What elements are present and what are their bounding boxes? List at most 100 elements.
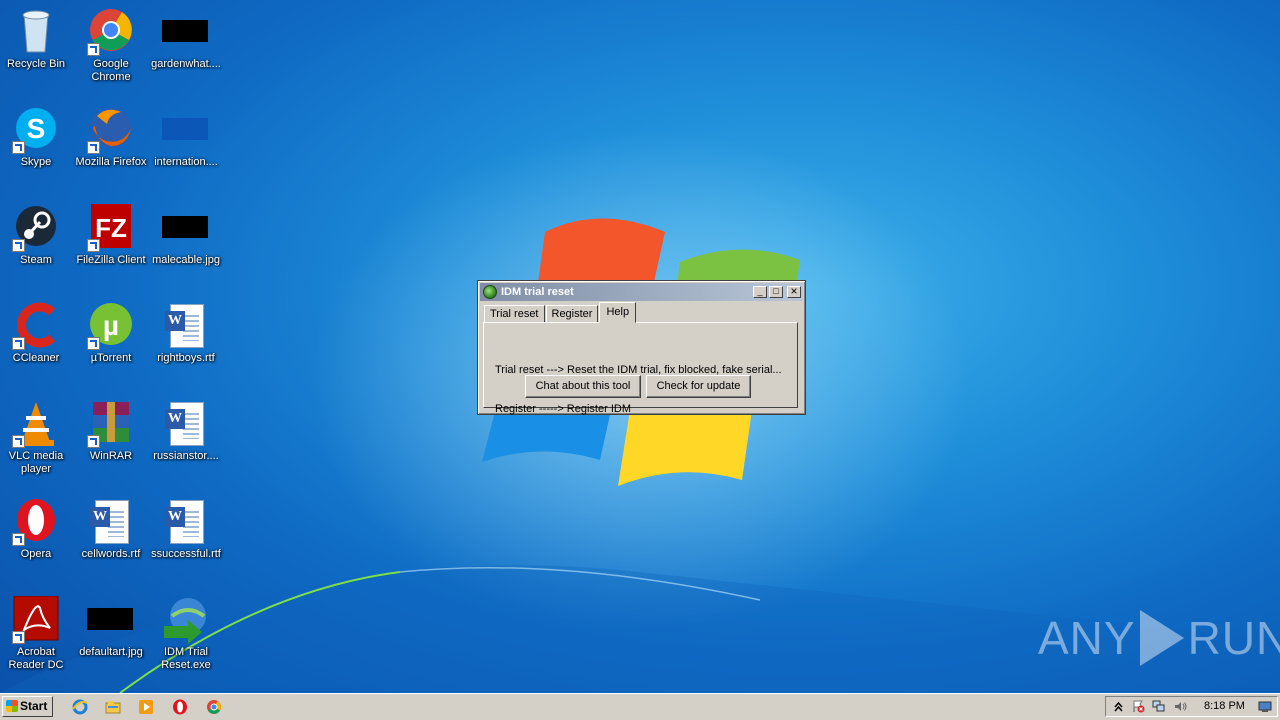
desktop-icon-label: ssuccessful.rtf <box>151 548 221 560</box>
image-file-icon <box>87 596 135 644</box>
svg-text:µ: µ <box>103 310 119 341</box>
chrome-icon[interactable] <box>206 699 222 715</box>
close-button[interactable]: × <box>787 285 801 298</box>
volume-icon[interactable] <box>1174 700 1187 713</box>
winrar-icon <box>87 400 135 448</box>
desktop-icon-label: malecable.jpg <box>152 254 220 266</box>
shortcut-arrow-icon <box>12 239 25 252</box>
window-title: IDM trial reset <box>501 286 574 298</box>
maximize-button[interactable]: □ <box>769 286 783 298</box>
recycle-bin-icon <box>12 8 60 56</box>
desktop-icon-label: russianstor.... <box>153 450 219 462</box>
minimize-button[interactable]: _ <box>753 286 767 298</box>
tab-register[interactable]: Register <box>545 305 599 323</box>
desktop-icon-label: Recycle Bin <box>6 58 66 70</box>
opera-icon[interactable] <box>172 699 188 715</box>
media-player-icon[interactable] <box>138 699 154 715</box>
start-label: Start <box>20 699 48 713</box>
desktop-icon-russianstor[interactable]: W russianstor.... <box>148 400 224 463</box>
chrome-icon <box>87 8 135 56</box>
desktop-icon-label: Opera <box>20 548 52 560</box>
desktop-icon-label: Mozilla Firefox <box>75 156 147 168</box>
desktop-icon-internation[interactable]: internation.... <box>148 106 224 169</box>
watermark-text-left: ANY <box>1038 612 1136 664</box>
show-desktop-icon[interactable] <box>1258 700 1272 713</box>
idm-trial-reset-window[interactable]: IDM trial reset _ □ × Trial reset Regist… <box>477 280 806 415</box>
image-file-icon <box>162 106 210 154</box>
start-button[interactable]: Start <box>2 696 53 717</box>
idm-app-icon <box>483 285 497 299</box>
shortcut-arrow-icon <box>12 631 25 644</box>
anyrun-watermark: ANY RUN <box>1038 610 1280 666</box>
desktop-icon-ccleaner[interactable]: CCleaner <box>0 302 74 365</box>
internet-explorer-icon[interactable] <box>72 699 88 715</box>
desktop-icon-label: WinRAR <box>89 450 133 462</box>
desktop-icon-idm-trial-reset[interactable]: IDM Trial Reset.exe <box>148 596 224 672</box>
shortcut-arrow-icon <box>87 141 100 154</box>
desktop-icon-opera[interactable]: Opera <box>0 498 74 561</box>
desktop-icon-label: gardenwhat.... <box>151 58 221 70</box>
image-file-icon <box>162 204 210 252</box>
window-titlebar[interactable]: IDM trial reset _ □ × <box>480 283 803 301</box>
desktop-icon-label: Skype <box>20 156 52 168</box>
desktop-icon-label: CCleaner <box>12 352 60 364</box>
desktop-icon-malecable[interactable]: malecable.jpg <box>148 204 224 267</box>
desktop-icon-label: IDM Trial Reset.exe <box>161 646 211 671</box>
desktop-icon-defaultart[interactable]: defaultart.jpg <box>73 596 149 659</box>
system-tray: 8:18 PM <box>1105 696 1278 717</box>
desktop-icon-chrome[interactable]: Google Chrome <box>73 8 149 84</box>
desktop-icon-gardenwhat[interactable]: gardenwhat.... <box>148 8 224 71</box>
tab-strip: Trial reset Register Help <box>484 302 637 323</box>
desktop-icon-recycle-bin[interactable]: Recycle Bin <box>0 8 74 71</box>
desktop-icon-label: defaultart.jpg <box>79 646 143 658</box>
help-panel: Trial reset ---> Reset the IDM trial, fi… <box>483 322 798 415</box>
shortcut-arrow-icon <box>87 337 100 350</box>
desktop-icon-ssuccessful[interactable]: W ssuccessful.rtf <box>148 498 224 561</box>
acrobat-icon <box>12 595 60 644</box>
word-document-icon: W <box>162 498 210 546</box>
shortcut-arrow-icon <box>87 43 100 56</box>
svg-text:S: S <box>27 113 46 144</box>
skype-icon: S <box>12 106 60 154</box>
word-document-icon: W <box>162 400 210 448</box>
desktop-icon-label: internation.... <box>154 156 218 168</box>
opera-icon <box>12 498 60 546</box>
image-file-icon <box>162 8 210 56</box>
help-line-register: Register -----> Register IDM <box>495 403 631 415</box>
shortcut-arrow-icon <box>87 239 100 252</box>
flag-alert-icon[interactable] <box>1132 700 1145 713</box>
network-icon[interactable] <box>1152 700 1165 713</box>
clock[interactable]: 8:18 PM <box>1204 700 1245 712</box>
desktop-icon-acrobat[interactable]: Acrobat Reader DC <box>0 595 74 672</box>
desktop-icon-vlc[interactable]: VLC media player <box>0 400 74 476</box>
explorer-icon[interactable] <box>105 699 121 715</box>
shortcut-arrow-icon <box>12 337 25 350</box>
firefox-icon <box>87 106 135 154</box>
utorrent-icon: µ <box>87 302 135 350</box>
desktop-icon-label: Steam <box>20 254 52 266</box>
desktop-icon-winrar[interactable]: WinRAR <box>73 400 149 463</box>
taskbar: Start 8:18 PM <box>0 693 1280 720</box>
desktop-icon-label: µTorrent <box>90 352 132 364</box>
desktop-icon-steam[interactable]: Steam <box>0 204 74 267</box>
desktop-icon-label: cellwords.rtf <box>81 548 141 560</box>
desktop-icon-label: Acrobat Reader DC <box>8 646 64 671</box>
tab-trial-reset[interactable]: Trial reset <box>484 305 545 323</box>
chat-about-tool-button[interactable]: Chat about this tool <box>525 375 641 398</box>
shortcut-arrow-icon <box>87 435 100 448</box>
desktop-icon-filezilla[interactable]: FZ FileZilla Client <box>73 204 149 267</box>
filezilla-icon: FZ <box>87 204 135 252</box>
check-for-update-button[interactable]: Check for update <box>646 375 751 398</box>
desktop-icon-cellwords[interactable]: W cellwords.rtf <box>73 498 149 561</box>
tab-help[interactable]: Help <box>599 302 637 323</box>
desktop-icon-skype[interactable]: S Skype <box>0 106 74 169</box>
shortcut-arrow-icon <box>12 141 25 154</box>
word-document-icon: W <box>87 498 135 546</box>
ccleaner-icon <box>12 302 60 350</box>
desktop-icon-rightboys[interactable]: W rightboys.rtf <box>148 302 224 365</box>
show-hidden-icon[interactable] <box>1112 700 1125 713</box>
vlc-icon <box>12 400 60 448</box>
desktop-icon-firefox[interactable]: Mozilla Firefox <box>73 106 149 169</box>
shortcut-arrow-icon <box>12 533 25 546</box>
desktop-icon-utorrent[interactable]: µ µTorrent <box>73 302 149 365</box>
